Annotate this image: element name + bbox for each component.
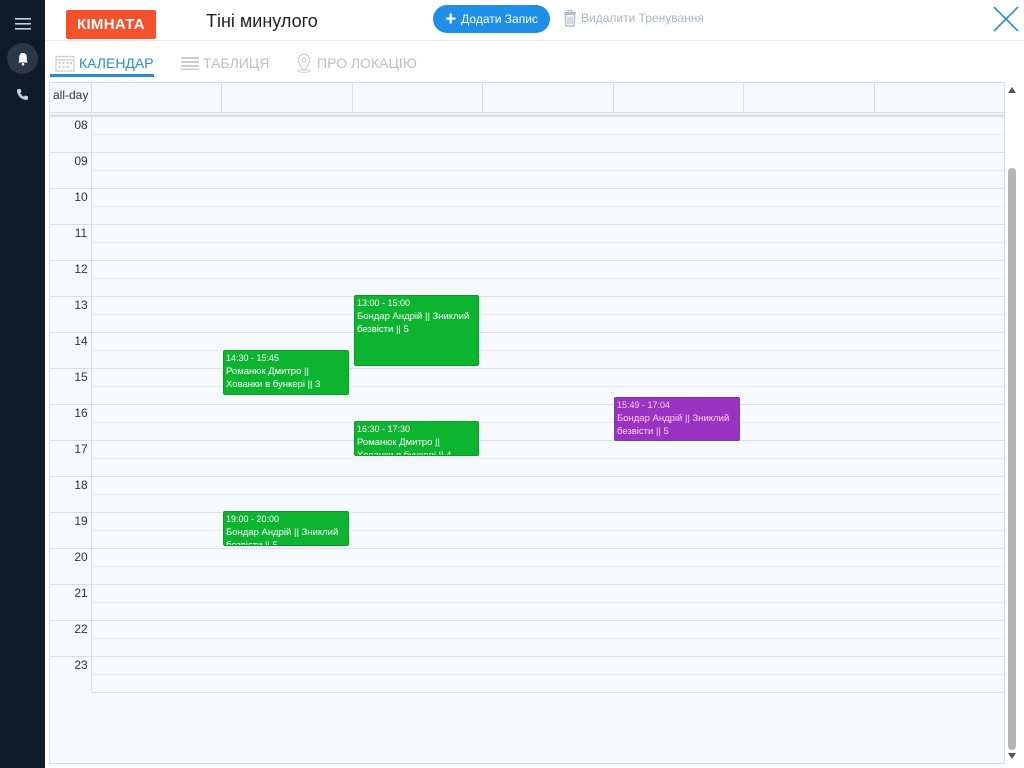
tab-calendar-label: КАЛЕНДАР	[79, 55, 154, 71]
half-hour-line	[91, 134, 1004, 135]
tab-table[interactable]: ТАБЛИЦЯ	[181, 49, 269, 77]
hour-line	[50, 260, 1004, 261]
hour-label: 22	[74, 622, 88, 636]
hour-line	[50, 332, 1004, 333]
half-hour-line	[91, 206, 1004, 207]
half-hour-line	[91, 170, 1004, 171]
hour-label: 19	[74, 514, 88, 528]
half-hour-line	[91, 674, 1004, 675]
event-title: Бондар Андрій || Зниклий безвісти || 5	[617, 413, 730, 437]
location-pin-icon	[297, 53, 311, 73]
event-time: 19:00 - 20:00	[226, 514, 280, 524]
hour-line	[50, 656, 1004, 657]
hour-line	[50, 152, 1004, 153]
event-time: 13:00 - 15:00	[357, 298, 411, 308]
left-sidebar	[0, 0, 45, 768]
hour-label: 21	[74, 586, 88, 600]
room-title: Тіні минулого	[206, 11, 318, 31]
half-hour-line	[91, 242, 1004, 243]
hour-label: 11	[74, 226, 88, 240]
hour-line	[50, 512, 1004, 513]
add-entry-label: Додати Запис	[461, 12, 538, 26]
close-icon[interactable]	[992, 5, 1020, 33]
hour-line	[50, 224, 1004, 225]
event-title: Бондар Андрій || Зниклий безвісти || 5	[357, 311, 470, 335]
plus-icon: +	[445, 8, 457, 30]
hour-line	[50, 620, 1004, 621]
hour-label: 16	[74, 406, 88, 420]
week-calendar: all-day 08 09 10 11 12 13 14 15 16 17 18…	[49, 82, 1005, 764]
calendar-event[interactable]: 14:30 - 15:45 Романюк Дмитро || Хованки …	[223, 350, 349, 395]
hour-line	[50, 296, 1004, 297]
event-title: Романюк Дмитро || Хованки в бункері || 3	[226, 366, 321, 390]
bell-icon[interactable]	[7, 43, 38, 74]
half-hour-line	[91, 278, 1004, 279]
phone-icon[interactable]	[7, 79, 38, 110]
scroll-thumb[interactable]	[1008, 168, 1016, 750]
delete-training-button[interactable]: Видалити Тренування	[563, 8, 704, 28]
tab-calendar[interactable]: КАЛЕНДАР	[55, 49, 154, 77]
hour-label: 17	[74, 442, 88, 456]
hour-label: 15	[74, 370, 88, 384]
event-time: 14:30 - 15:45	[226, 353, 280, 363]
half-hour-line	[91, 638, 1004, 639]
hour-line	[91, 692, 1004, 693]
calendar-event[interactable]: 15:49 - 17:04 Бондар Андрій || Зниклий б…	[614, 397, 740, 441]
half-hour-line	[91, 494, 1004, 495]
scroll-down-arrow[interactable]	[1008, 753, 1016, 759]
hour-line	[50, 404, 1004, 405]
add-entry-button[interactable]: + Додати Запис	[433, 5, 550, 33]
event-title: Романюк Дмитро || Хованки в бункері || 4	[357, 437, 452, 456]
hour-label: 12	[74, 262, 88, 276]
half-hour-line	[91, 602, 1004, 603]
top-header: КІМНАТА Тіні минулого + Додати Запис Вид…	[45, 0, 1024, 41]
tab-location[interactable]: ПРО ЛОКАЦІЮ	[295, 49, 417, 77]
hour-label: 23	[74, 658, 88, 672]
hour-line	[50, 440, 1004, 441]
hour-label: 18	[74, 478, 88, 492]
hour-label: 09	[74, 154, 88, 168]
calendar-icon	[55, 55, 75, 72]
half-hour-line	[91, 458, 1004, 459]
list-icon	[181, 57, 199, 70]
hour-line	[50, 548, 1004, 549]
event-title: Бондар Андрій || Зниклий безвісти || 5	[226, 527, 339, 546]
scroll-up-arrow[interactable]	[1008, 87, 1016, 93]
calendar-event[interactable]: 19:00 - 20:00 Бондар Андрій || Зниклий б…	[223, 511, 349, 546]
hour-line	[50, 368, 1004, 369]
calendar-event[interactable]: 13:00 - 15:00 Бондар Андрій || Зниклий б…	[354, 295, 479, 366]
hour-line	[50, 476, 1004, 477]
active-tab-indicator	[50, 74, 154, 77]
hour-label: 13	[74, 298, 88, 312]
trash-icon	[564, 9, 576, 27]
tab-location-label: ПРО ЛОКАЦІЮ	[317, 55, 417, 71]
half-hour-line	[91, 314, 1004, 315]
half-hour-line	[91, 566, 1004, 567]
hour-line	[50, 116, 1004, 117]
event-time: 15:49 - 17:04	[617, 400, 671, 410]
hour-label: 10	[74, 190, 88, 204]
hour-grid: 08 09 10 11 12 13 14 15 16 17 18 19 20 2…	[50, 83, 1004, 763]
hour-label: 08	[74, 118, 88, 132]
delete-training-label: Видалити Тренування	[581, 11, 704, 25]
hour-line	[50, 188, 1004, 189]
room-badge: КІМНАТА	[66, 10, 156, 39]
calendar-scrollbar[interactable]	[1006, 85, 1018, 763]
half-hour-line	[91, 422, 1004, 423]
hour-line	[50, 584, 1004, 585]
menu-icon[interactable]	[7, 8, 38, 39]
hour-label: 20	[74, 550, 88, 564]
view-tabs: КАЛЕНДАР ТАБЛИЦЯ ПРО ЛОКАЦІЮ	[45, 41, 1024, 79]
calendar-event[interactable]: 16:30 - 17:30 Романюк Дмитро || Хованки …	[354, 421, 479, 456]
tab-table-label: ТАБЛИЦЯ	[203, 55, 270, 71]
hour-label: 14	[74, 334, 88, 348]
event-time: 16:30 - 17:30	[357, 424, 411, 434]
